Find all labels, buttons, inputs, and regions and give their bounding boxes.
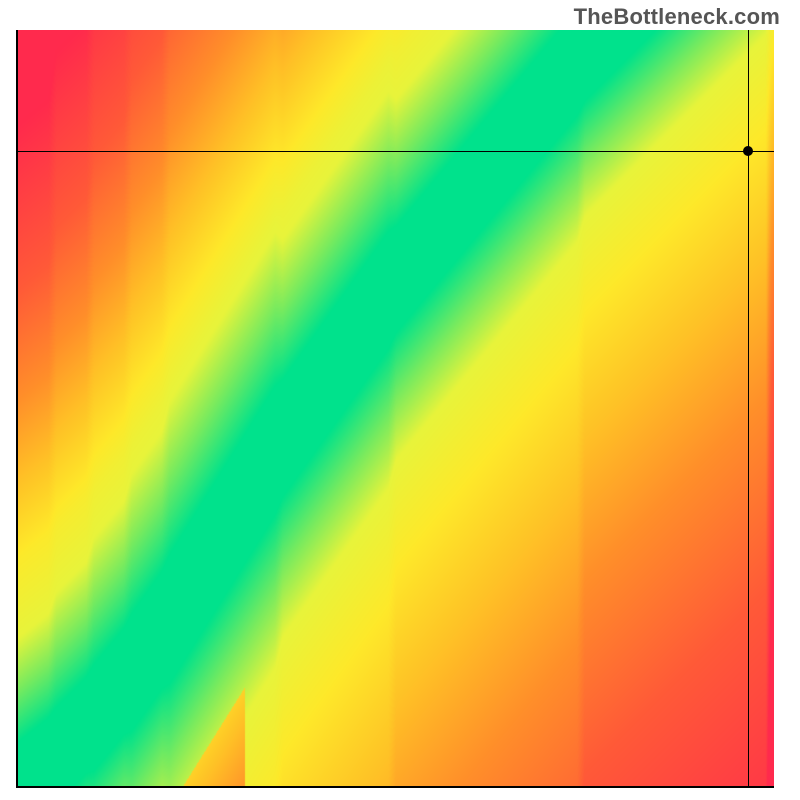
plot-area <box>18 30 774 786</box>
brand-label: TheBottleneck.com <box>574 4 780 30</box>
heatmap-canvas <box>18 30 774 786</box>
plot-frame <box>16 30 774 788</box>
crosshair-horizontal <box>18 151 774 152</box>
marker-dot <box>743 146 753 156</box>
crosshair-vertical <box>748 30 749 786</box>
chart-container: TheBottleneck.com <box>0 0 800 800</box>
